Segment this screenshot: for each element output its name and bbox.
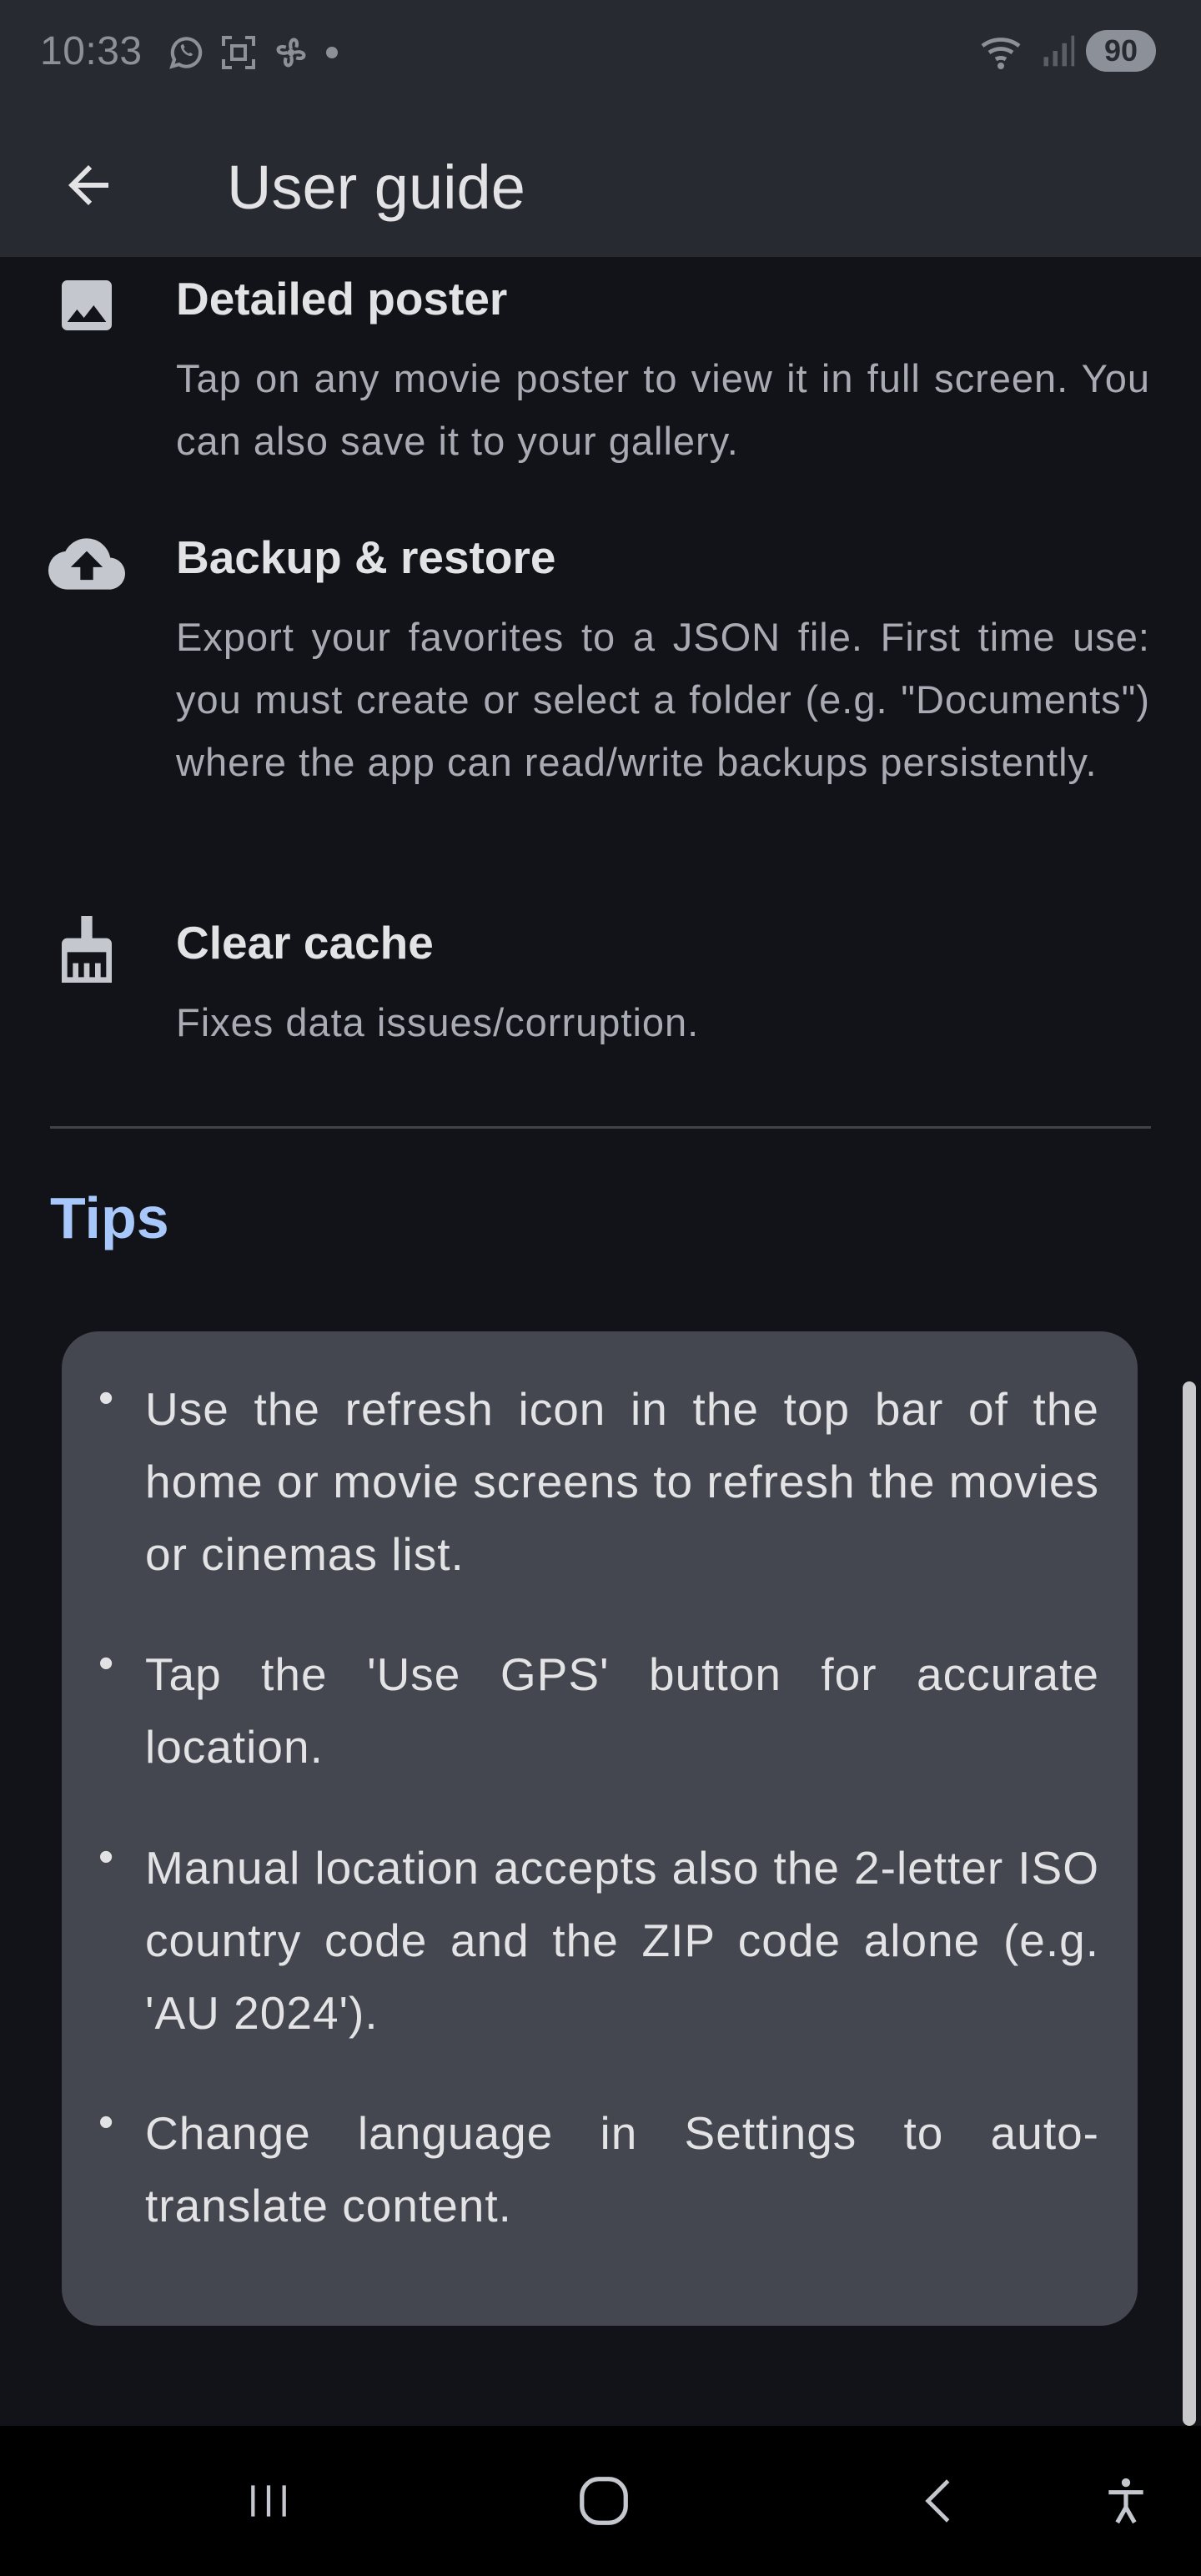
- back-nav-button[interactable]: [897, 2459, 981, 2543]
- tip-text: Tap the 'Use GPS' button for accurate lo…: [145, 1648, 1099, 1773]
- tips-card: • Use the refresh icon in the top bar of…: [62, 1331, 1138, 2326]
- whatsapp-icon: [169, 37, 203, 69]
- fan-icon: [276, 38, 306, 68]
- feature-title: Detailed poster: [176, 273, 508, 325]
- top-app-bar: User guide: [0, 110, 1201, 257]
- back-nav-icon: [925, 2479, 950, 2523]
- status-time: 10:33: [40, 29, 143, 73]
- home-button[interactable]: [562, 2459, 646, 2543]
- bullet: •: [98, 1639, 114, 1688]
- tip-text: Manual location accepts also the 2-lette…: [145, 1842, 1099, 2039]
- broom-icon: [47, 909, 127, 989]
- feature-title: Clear cache: [176, 917, 434, 969]
- cloud-upload-icon: [47, 524, 127, 604]
- system-status: 90: [979, 30, 1156, 72]
- home-icon: [580, 2477, 628, 2525]
- section-divider: [50, 1126, 1151, 1129]
- recents-icon: [251, 2485, 286, 2517]
- arrow-back-icon: [68, 165, 108, 205]
- dot-icon: [326, 47, 338, 58]
- page-title: User guide: [227, 153, 525, 222]
- feature-description: Tap on any movie poster to view it in fu…: [176, 356, 1150, 463]
- feature-description: Fixes data issues/corruption.: [176, 1000, 700, 1044]
- screenshot-icon: [222, 36, 255, 69]
- bullet: •: [98, 1833, 114, 1881]
- bullet: •: [98, 2098, 114, 2146]
- accessibility-icon: [1108, 2478, 1143, 2524]
- status-bar: 10:33 90: [0, 0, 1201, 110]
- notification-icons: [165, 32, 340, 73]
- battery-indicator: 90: [1086, 30, 1156, 72]
- tip-text: Use the refresh icon in the top bar of t…: [145, 1383, 1099, 1580]
- system-nav-bar: [0, 2426, 1201, 2576]
- feature-title: Backup & restore: [176, 531, 556, 583]
- accessibility-button[interactable]: [1084, 2459, 1168, 2543]
- back-button[interactable]: [48, 145, 128, 225]
- feature-description: Export your favorites to a JSON file. Fi…: [176, 615, 1150, 784]
- recents-button[interactable]: [227, 2459, 310, 2543]
- tips-heading: Tips: [50, 1185, 169, 1250]
- signal-icon: [1043, 35, 1075, 67]
- tip-text: Change language in Settings to auto-tran…: [145, 2107, 1099, 2231]
- wifi-icon: [981, 38, 1021, 69]
- scrollbar[interactable]: [1183, 1381, 1196, 2426]
- bullet: •: [98, 1374, 114, 1422]
- image-icon: [47, 265, 127, 345]
